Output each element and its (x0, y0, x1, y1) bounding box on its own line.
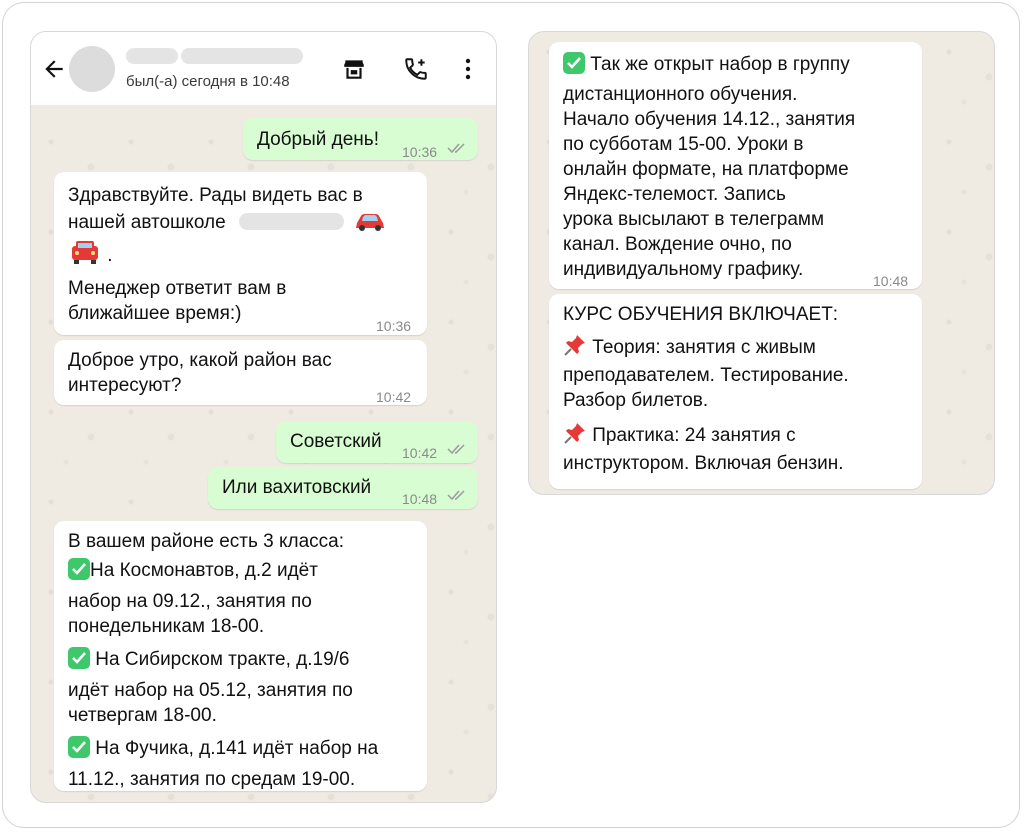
message-line: инструктором. Включая бензин. (563, 453, 844, 474)
message-text: . (107, 245, 113, 266)
message-outgoing[interactable]: Или вахитовский 10:48 (208, 467, 478, 509)
message-body: Так же открыт набор в группу дистанционн… (563, 52, 855, 282)
message-time: 10:36 (376, 318, 412, 334)
message-time: 10:42 (376, 389, 412, 405)
message-line: Начало обучения 14.12., занятия (563, 109, 856, 130)
message-text: Советский (290, 431, 382, 452)
message-text: нашей автошколе (68, 212, 226, 233)
message-text: На Сибирском тракте, д.19/6 (90, 649, 350, 670)
message-line: Теория: занятия с живым (563, 333, 849, 358)
car-emoji-icon-front (72, 241, 98, 264)
message-time: 10:36 (402, 144, 438, 160)
message-line: На Сибирском тракте, д.19/6 (68, 647, 378, 672)
message-line: Здравствуйте. Рады видеть вас в (68, 185, 363, 206)
message-line: понедельникам 18-00. (68, 616, 265, 637)
message-line: В вашем районе есть 3 класса: (68, 531, 345, 552)
message-line: Доброе утро, какой район вас (68, 350, 332, 371)
avatar[interactable] (69, 46, 115, 92)
message-line: индивидуальному графику. (563, 259, 804, 280)
message-text: Добрый день! (257, 129, 379, 150)
check-mark-emoji-icon (68, 736, 90, 758)
message-outgoing[interactable]: Добрый день! 10:36 (243, 118, 478, 160)
car-emoji-icon (356, 214, 385, 231)
message-line: канал. Вождение очно, по (563, 234, 792, 255)
message-incoming[interactable]: КУРС ОБУЧЕНИЯ ВКЛЮЧАЕТ: Теория: занятия … (549, 294, 922, 489)
message-line: На Космонавтов, д.2 идёт (68, 558, 378, 583)
message-line: Так же открыт набор в группу (563, 52, 855, 77)
message-body: Доброе утро, какой район вас интересуют? (68, 348, 332, 398)
pushpin-emoji-icon (564, 335, 585, 356)
message-line: онлайн формате, на платформе (563, 159, 849, 180)
message-line: КУРС ОБУЧЕНИЯ ВКЛЮЧАЕТ: (563, 304, 839, 325)
check-mark-emoji-icon (68, 647, 90, 669)
double-check-icon (447, 143, 465, 154)
message-time: 10:48 (402, 491, 438, 507)
store-icon[interactable] (341, 56, 367, 82)
chat-header: был(-а) сегодня в 10:48 (31, 32, 496, 105)
message-text: Так же открыт набор в группу (585, 54, 850, 75)
message-text: Или вахитовский (222, 477, 372, 498)
more-vert-icon[interactable] (458, 56, 478, 82)
message-line: 11.12., занятия по средам 19-00. (68, 769, 356, 790)
back-arrow-icon[interactable] (41, 56, 67, 82)
message-incoming[interactable]: Так же открыт набор в группу дистанционн… (549, 42, 922, 289)
message-text: На Фучика, д.141 идёт набор на (90, 738, 379, 759)
message-line: четвергам 18-00. (68, 705, 217, 726)
message-line: Яндекс-телемост. Запись (563, 184, 786, 205)
pushpin-emoji-icon (564, 423, 585, 444)
message-line: преподавателем. Тестирование. (563, 365, 849, 386)
contact-name-redacted (126, 48, 178, 64)
message-time: 10:48 (873, 273, 909, 289)
message-line: Менеджер ответит вам в (68, 278, 287, 299)
message-line: урока высылают в телеграмм (563, 209, 825, 230)
message-incoming[interactable]: В вашем районе есть 3 класса: На Космона… (54, 521, 427, 791)
message-body: Здравствуйте. Рады видеть вас в нашей ав… (68, 183, 387, 326)
message-line-3: . (68, 238, 387, 276)
message-body: КУРС ОБУЧЕНИЯ ВКЛЮЧАЕТ: Теория: занятия … (563, 302, 849, 476)
message-line: дистанционного обучения. (563, 84, 798, 105)
contact-name-redacted-2 (181, 48, 303, 64)
message-line: набор на 09.12., занятия по (68, 591, 312, 612)
message-text: Теория: занятия с живым (587, 337, 816, 358)
message-outgoing[interactable]: Советский 10:42 (276, 421, 478, 463)
check-mark-emoji-icon (563, 52, 585, 74)
chat-panel-left: был(-а) сегодня в 10:48 Добрый день! 10:… (30, 31, 497, 803)
message-incoming[interactable]: Доброе утро, какой район вас интересуют?… (54, 340, 427, 405)
message-line: Практика: 24 занятия с (563, 421, 849, 446)
call-add-icon[interactable] (403, 56, 429, 82)
message-line: ближайшее время:) (68, 303, 242, 324)
message-time: 10:42 (402, 445, 438, 461)
message-line-2: нашей автошколе (68, 209, 387, 234)
message-line: Разбор билетов. (563, 390, 709, 411)
school-name-redacted (238, 213, 344, 230)
last-seen-status: был(-а) сегодня в 10:48 (126, 73, 290, 90)
message-body: В вашем районе есть 3 класса: На Космона… (68, 529, 378, 792)
check-mark-emoji-icon (68, 558, 90, 580)
double-check-icon (447, 490, 465, 501)
message-line: интересуют? (68, 375, 182, 396)
message-line: идёт набор на 05.12, занятия по (68, 680, 353, 701)
message-line: На Фучика, д.141 идёт набор на (68, 736, 378, 761)
message-incoming[interactable]: Здравствуйте. Рады видеть вас в нашей ав… (54, 172, 427, 335)
message-line: по субботам 15-00. Уроки в (563, 134, 804, 155)
double-check-icon (447, 444, 465, 455)
message-text: На Космонавтов, д.2 идёт (90, 560, 318, 581)
chat-panel-right: Так же открыт набор в группу дистанционн… (528, 31, 995, 495)
message-text: Практика: 24 занятия с (587, 425, 796, 446)
